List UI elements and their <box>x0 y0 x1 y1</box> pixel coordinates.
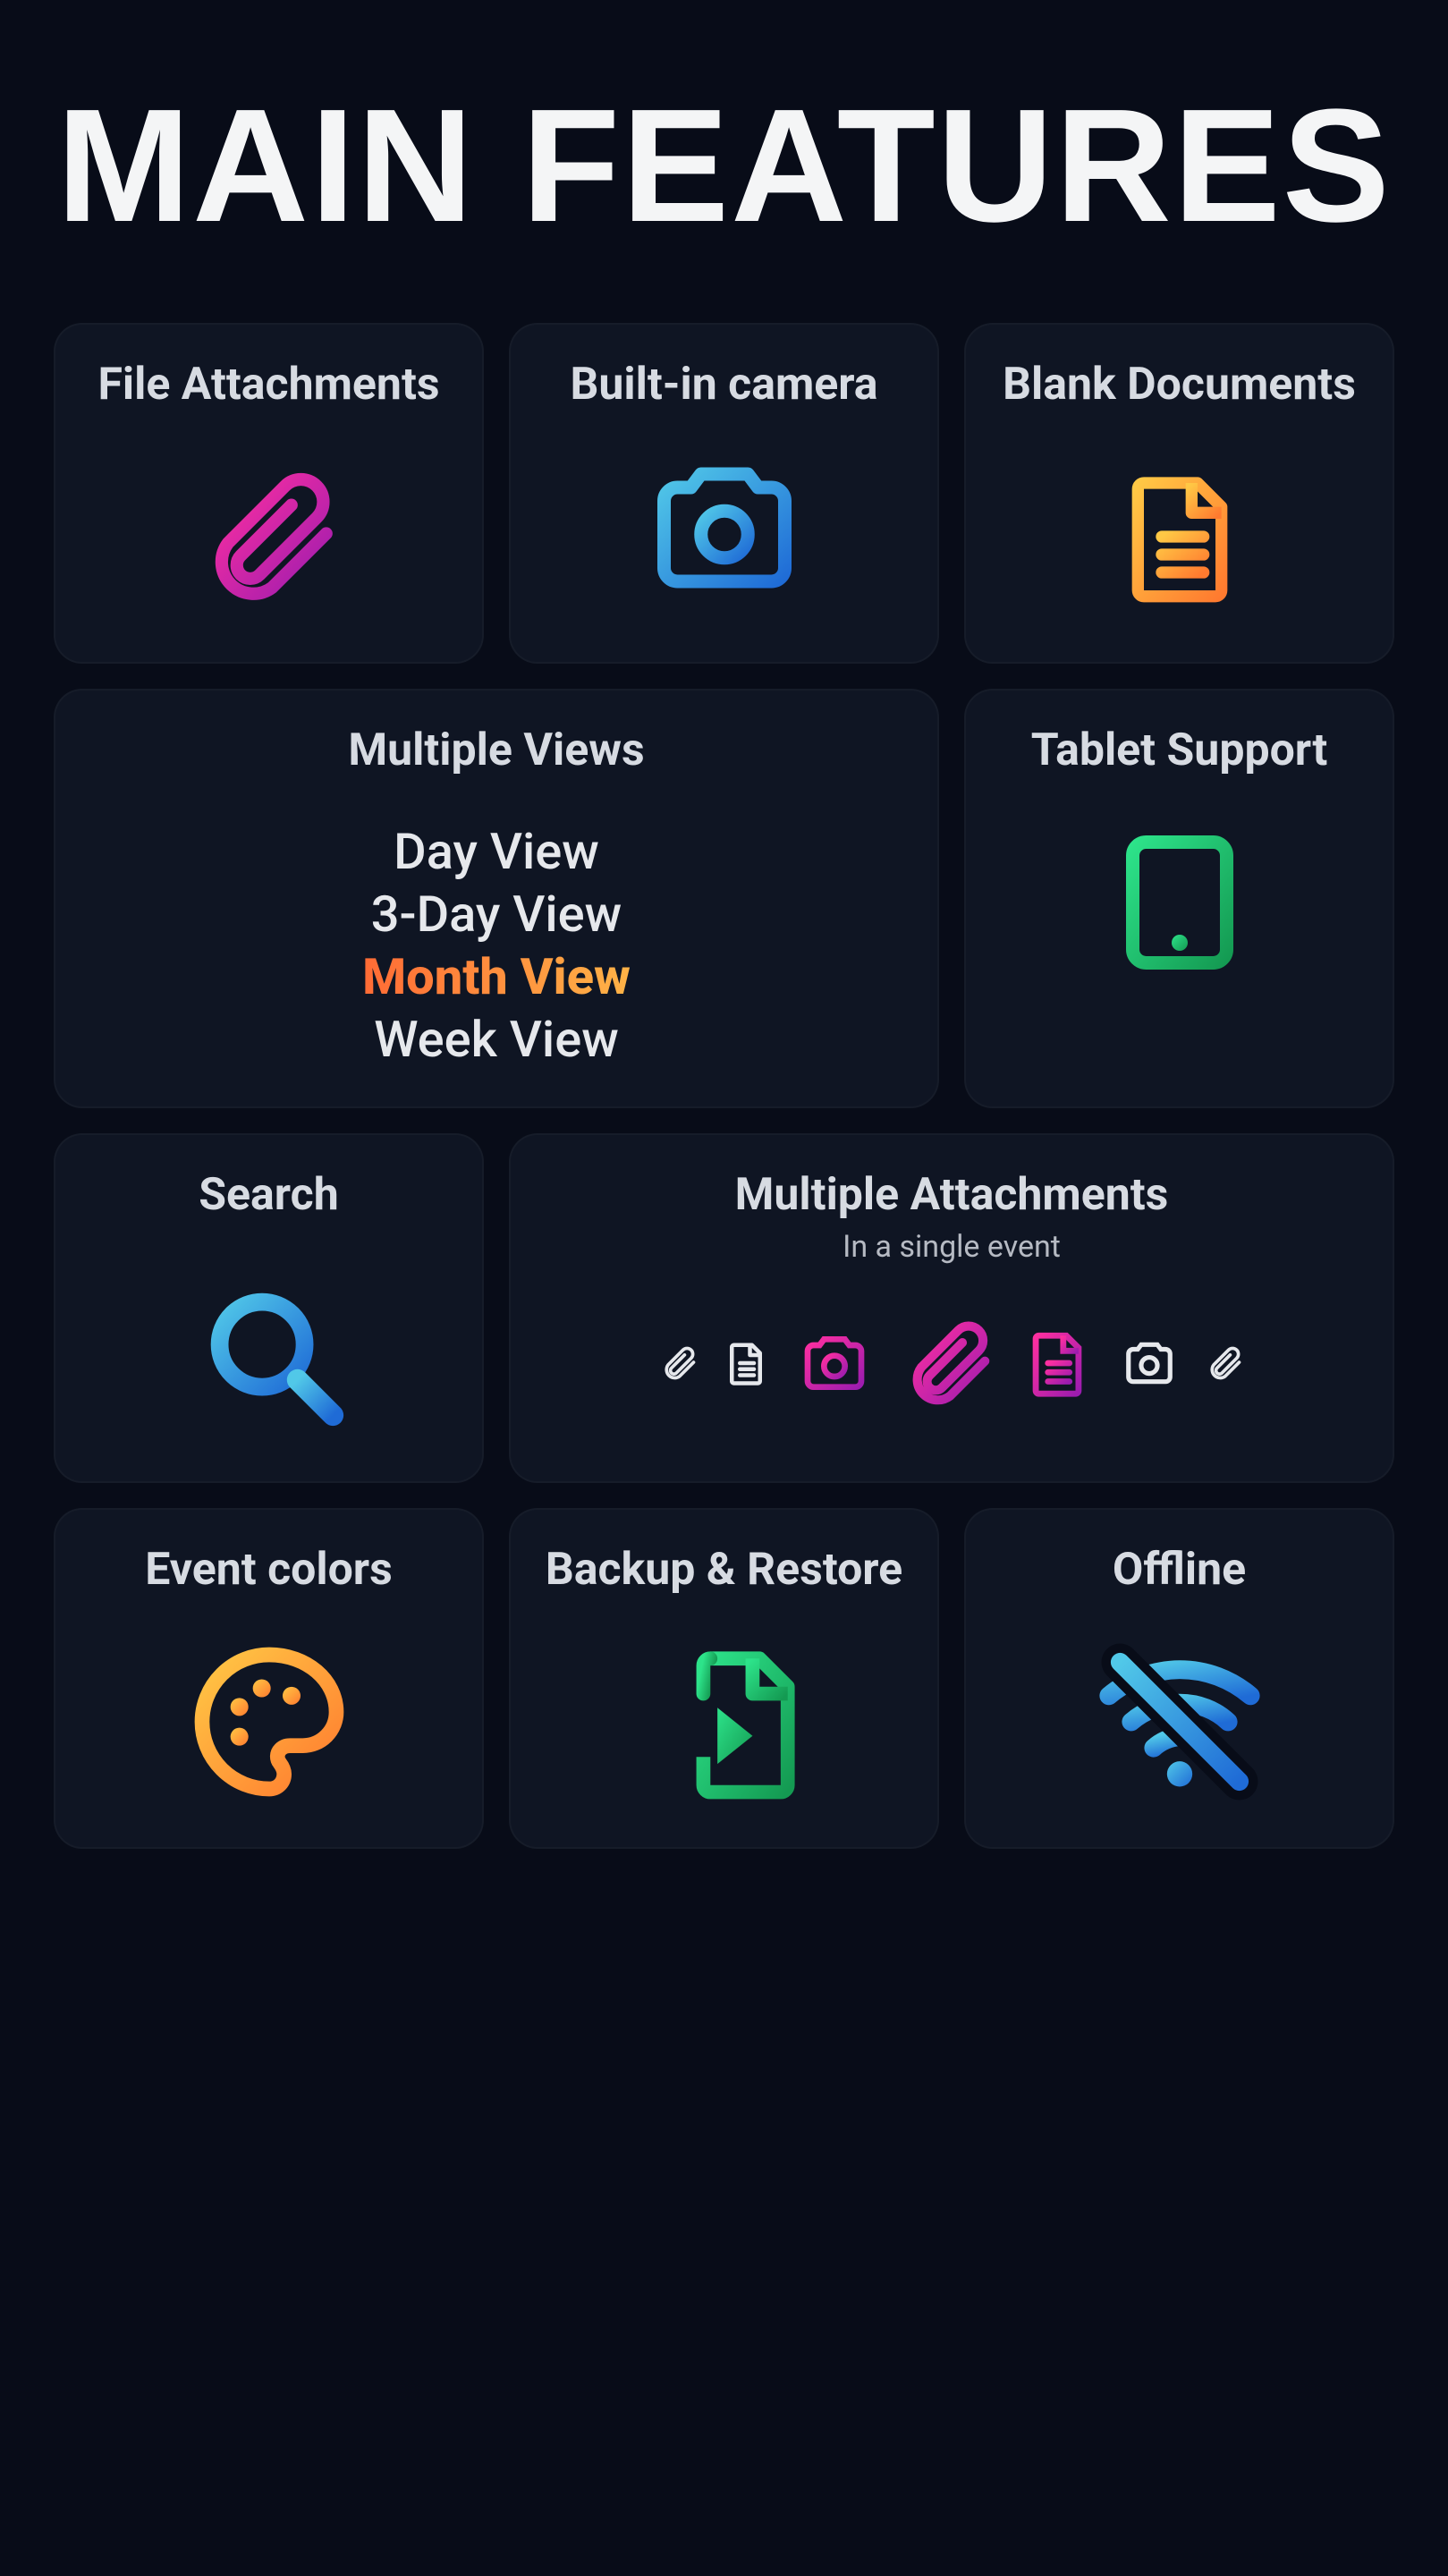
card-title: Multiple Attachments <box>735 1171 1169 1220</box>
card-camera[interactable]: Built-in camera <box>509 323 939 664</box>
card-event-colors[interactable]: Event colors <box>54 1508 484 1849</box>
attachments-row <box>659 1301 1244 1426</box>
card-title: Built-in camera <box>570 360 877 410</box>
page-title: MAIN FEATURES <box>56 89 1392 242</box>
card-title: Multiple Views <box>348 726 644 775</box>
card-offline[interactable]: Offline <box>964 1508 1394 1849</box>
paperclip-icon <box>1205 1338 1244 1388</box>
card-title: Tablet Support <box>1031 726 1328 775</box>
view-option-highlight: Month View <box>362 945 631 1008</box>
document-icon <box>1108 447 1251 626</box>
camera-icon <box>793 1327 876 1399</box>
paperclip-icon <box>899 1301 997 1426</box>
palette-icon <box>180 1632 359 1811</box>
card-subtitle: In a single event <box>843 1229 1061 1265</box>
document-icon <box>1020 1318 1094 1408</box>
card-title: Event colors <box>145 1546 393 1595</box>
card-backup-restore[interactable]: Backup & Restore <box>509 1508 939 1849</box>
card-tablet-support[interactable]: Tablet Support <box>964 689 1394 1108</box>
tablet-icon <box>1099 813 1260 992</box>
card-title: Blank Documents <box>1003 360 1356 410</box>
card-title: Backup & Restore <box>546 1546 902 1595</box>
card-file-attachments[interactable]: File Attachments <box>54 323 484 664</box>
view-option: Day View <box>362 820 631 883</box>
card-multiple-attachments[interactable]: Multiple Attachments In a single event <box>509 1133 1394 1483</box>
card-search[interactable]: Search <box>54 1133 484 1483</box>
view-option: Week View <box>362 1008 631 1071</box>
card-title: Offline <box>1113 1546 1246 1595</box>
card-title: Search <box>199 1171 338 1220</box>
wifi-off-icon <box>1077 1632 1283 1811</box>
card-multiple-views[interactable]: Multiple Views Day View 3-Day View Month… <box>54 689 939 1108</box>
paperclip-icon <box>659 1338 699 1388</box>
features-grid: File Attachments Built-in camera Blank D… <box>54 323 1394 1849</box>
camera-icon <box>635 447 814 608</box>
card-title: File Attachments <box>97 360 439 410</box>
view-option: 3-Day View <box>362 883 631 945</box>
camera-icon <box>1117 1335 1181 1391</box>
import-file-icon <box>626 1632 823 1811</box>
document-icon <box>722 1334 770 1393</box>
card-blank-documents[interactable]: Blank Documents <box>964 323 1394 664</box>
search-icon <box>184 1258 354 1445</box>
views-list: Day View 3-Day View Month View Week View <box>362 820 631 1071</box>
paperclip-icon <box>193 447 345 626</box>
